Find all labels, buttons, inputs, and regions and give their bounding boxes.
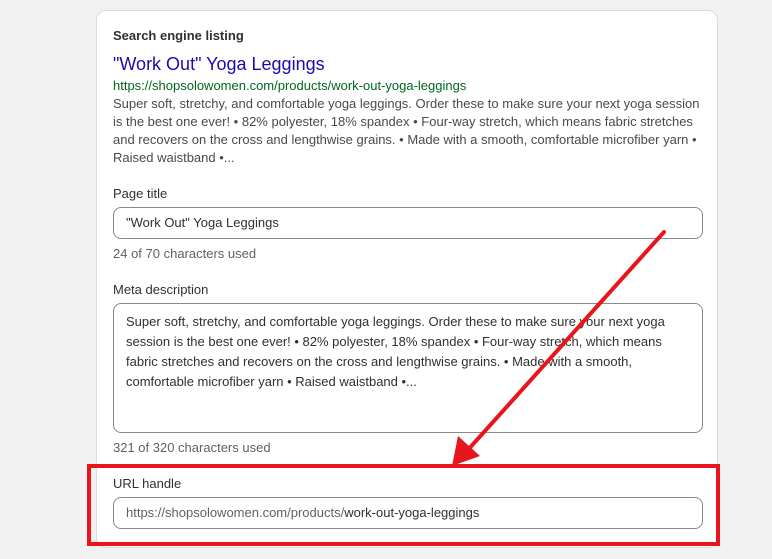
meta-description-textarea[interactable]: Super soft, stretchy, and comfortable yo… (113, 303, 703, 433)
page-title-input[interactable]: "Work Out" Yoga Leggings (113, 207, 703, 239)
page-title-label: Page title (113, 186, 168, 201)
page-title-char-count: 24 of 70 characters used (113, 246, 257, 261)
meta-description-char-count: 321 of 320 characters used (113, 440, 271, 455)
section-title: Search engine listing (113, 28, 244, 43)
annotation-highlight-box (87, 464, 720, 546)
preview-description: Super soft, stretchy, and comfortable yo… (113, 96, 700, 165)
preview-url: https://shopsolowomen.com/products/work-… (113, 78, 467, 93)
preview-title-link[interactable]: "Work Out" Yoga Leggings (113, 54, 325, 75)
meta-description-label: Meta description (113, 282, 209, 297)
